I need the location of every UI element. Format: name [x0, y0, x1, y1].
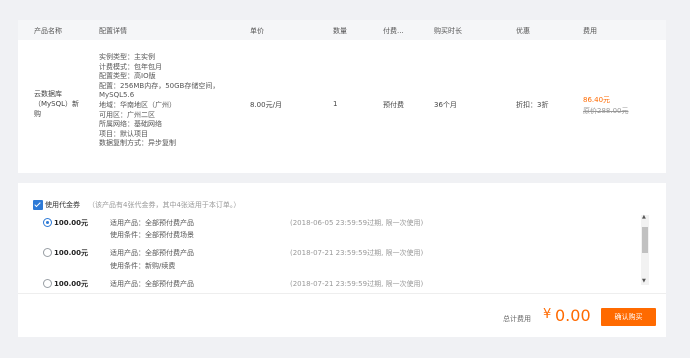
header-fee: 费用 [583, 27, 597, 35]
config-line: 数据复制方式：异步复制 [99, 139, 176, 148]
config-line: 所属网络：基础网络 [99, 120, 162, 129]
use-coupon-label[interactable]: 使用代金券 [45, 200, 80, 210]
order-table: 产品名称 配置详情 单价 数量 付费... 购买时长 优惠 费用 云数据库 （M… [18, 20, 666, 173]
unit-price: 8.00元/月 [250, 101, 282, 109]
header-product: 产品名称 [34, 27, 62, 35]
total-amount: 0.00 [555, 306, 591, 325]
currency-symbol: ¥ [543, 307, 552, 322]
product-name: 云数据库 （MySQL）新 购 [34, 90, 80, 118]
scrollbar-thumb[interactable] [642, 227, 648, 253]
config-line: 配置类型：高IO版 [99, 72, 156, 81]
coupon-amount: 100.00元 [54, 249, 89, 257]
coupon-condition: 使用条件：新购/续费 [110, 262, 176, 270]
coupon-expire: (2018-07-21 23:59:59过期, 限一次使用) [290, 249, 424, 257]
coupon-radio[interactable] [43, 218, 52, 227]
fee: 86.40元 [583, 96, 611, 104]
header-config: 配置详情 [99, 27, 127, 35]
header-duration: 购买时长 [434, 27, 462, 35]
coupon-product: 适用产品：全部预付费产品 [110, 219, 194, 227]
coupon-radio[interactable] [43, 248, 52, 257]
duration: 36个月 [434, 101, 457, 109]
use-coupon-checkbox[interactable] [33, 200, 43, 210]
original-fee: 原价288.00元 [583, 107, 629, 115]
config-line: MySQL5.6 [99, 91, 135, 100]
config-line: 地域：华南地区（广州） [99, 100, 176, 109]
quantity: 1 [333, 100, 338, 108]
config-line: 实例类型：主实例 [99, 53, 155, 61]
config-line: 项目：默认项目 [99, 129, 148, 138]
scroll-down-icon[interactable]: ▼ [642, 278, 646, 284]
coupon-expire: (2018-06-05 23:59:59过期, 限一次使用) [290, 219, 424, 227]
coupon-condition: 使用条件：全部预付费场景 [110, 231, 194, 239]
coupon-product: 适用产品：全部预付费产品 [110, 280, 194, 288]
total-label: 总计费用 [503, 315, 531, 323]
pay-type: 预付费 [383, 101, 404, 109]
confirm-purchase-button[interactable]: 确认购买 [601, 308, 656, 326]
divider [18, 293, 666, 294]
config-line: 配置：256MB内存，50GB存储空间， [99, 81, 220, 90]
header-pay-type: 付费... [383, 27, 404, 35]
coupon-panel: 使用代金券 （该产品有4张代金券，其中4张适用于本订单。） 100.00元 适用… [18, 183, 666, 337]
config-line: 可用区：广州二区 [99, 110, 155, 119]
coupon-amount: 100.00元 [54, 280, 89, 288]
discount: 折扣：3折 [516, 101, 549, 109]
coupon-amount: 100.00元 [54, 219, 89, 227]
coupon-radio[interactable] [43, 279, 52, 288]
config-details: 实例类型：主实例 计费模式：包年包月 配置类型：高IO版 配置：256MB内存，… [99, 53, 219, 149]
config-line: 计费模式：包年包月 [99, 62, 162, 71]
coupon-product: 适用产品：全部预付费产品 [110, 249, 194, 257]
coupon-hint: （该产品有4张代金券，其中4张适用于本订单。） [88, 201, 241, 209]
coupon-expire: (2018-07-21 23:59:59过期, 限一次使用) [290, 280, 424, 288]
header-unit-price: 单价 [250, 27, 264, 35]
header-discount: 优惠 [516, 27, 530, 35]
table-header: 产品名称 配置详情 单价 数量 付费... 购买时长 优惠 费用 [18, 20, 666, 40]
header-quantity: 数量 [333, 27, 347, 35]
scroll-up-icon[interactable]: ▲ [642, 214, 646, 220]
